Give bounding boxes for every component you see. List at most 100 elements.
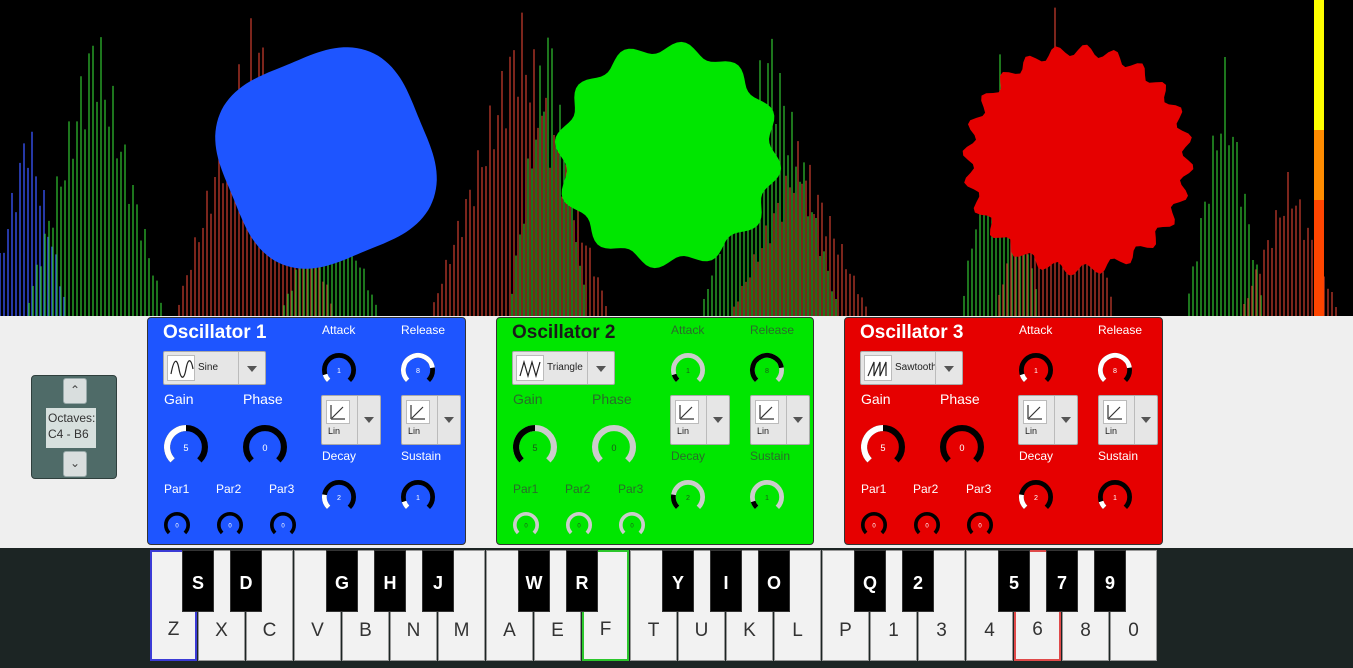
attack-knob-value: 1: [686, 367, 690, 375]
black-key-label: O: [766, 573, 781, 593]
gain-knob-value: 5: [183, 443, 188, 453]
attack-knob[interactable]: 1: [669, 351, 707, 389]
decay-knob-value: 2: [1034, 494, 1038, 502]
piano-black-key[interactable]: W: [518, 550, 550, 612]
waveform-icon: [516, 355, 544, 381]
par2-label: Par2: [913, 482, 939, 496]
decay-knob[interactable]: 2: [320, 478, 358, 516]
white-key-label: B: [359, 620, 372, 641]
white-key-label: Z: [167, 619, 180, 640]
envelope-curve-icon: [675, 400, 699, 424]
black-key-label: I: [723, 573, 729, 593]
triangle-blob: [554, 41, 782, 269]
oscillator-panel-2: Oscillator 2 Triangle Gain Phase Attack Relea…: [496, 317, 814, 545]
oscillator-panel-3: Oscillator 3 Sawtooth Gain Phase Attack Relea…: [844, 317, 1163, 545]
piano-black-key[interactable]: H: [374, 550, 406, 612]
par3-knob[interactable]: 0: [965, 510, 995, 540]
release-knob-value: 8: [765, 367, 769, 375]
par3-label: Par3: [618, 482, 644, 496]
par1-label: Par1: [164, 482, 190, 496]
sustain-knob-value: 1: [416, 494, 420, 502]
release-knob[interactable]: 8: [748, 351, 786, 389]
phase-knob[interactable]: 0: [241, 423, 289, 471]
phase-knob[interactable]: 0: [590, 423, 638, 471]
par2-knob[interactable]: 0: [215, 510, 245, 540]
piano-black-key[interactable]: I: [710, 550, 742, 612]
par1-knob[interactable]: 0: [162, 510, 192, 540]
chevron-down-icon: [437, 396, 460, 444]
attack-curve-select[interactable]: Lin: [670, 395, 730, 445]
piano-black-key[interactable]: J: [422, 550, 454, 612]
par2-label: Par2: [216, 482, 242, 496]
par3-knob[interactable]: 0: [268, 510, 298, 540]
envelope-curve-label: Lin: [1025, 426, 1038, 436]
release-knob[interactable]: 8: [399, 351, 437, 389]
black-key-label: H: [383, 573, 397, 593]
par1-knob[interactable]: 0: [859, 510, 889, 540]
piano-black-key[interactable]: S: [182, 550, 214, 612]
par1-knob[interactable]: 0: [511, 510, 541, 540]
gain-label: Gain: [164, 391, 194, 407]
oscillator-title: Oscillator 2: [512, 322, 616, 343]
gain-knob[interactable]: 5: [511, 423, 559, 471]
waveform-select[interactable]: Triangle: [512, 351, 615, 385]
attack-knob[interactable]: 1: [320, 351, 358, 389]
attack-knob-value: 1: [1034, 367, 1038, 375]
black-key-label: G: [334, 573, 349, 593]
white-key-label: 3: [936, 620, 947, 641]
release-knob[interactable]: 8: [1096, 351, 1134, 389]
decay-label: Decay: [322, 449, 357, 463]
phase-knob[interactable]: 0: [938, 423, 986, 471]
attack-knob-value: 1: [337, 367, 341, 375]
decay-knob[interactable]: 2: [1017, 478, 1055, 516]
gain-knob-value: 5: [532, 443, 537, 453]
sustain-knob[interactable]: 1: [399, 478, 437, 516]
attack-knob[interactable]: 1: [1017, 351, 1055, 389]
gain-label: Gain: [513, 391, 543, 407]
chevron-down-icon: [706, 396, 729, 444]
black-key-label: D: [239, 573, 253, 593]
release-curve-select[interactable]: Lin: [1098, 395, 1158, 445]
piano-black-key[interactable]: 5: [998, 550, 1030, 612]
attack-curve-select[interactable]: Lin: [321, 395, 381, 445]
release-label: Release: [401, 323, 446, 337]
piano-black-key[interactable]: 9: [1094, 550, 1126, 612]
gain-label: Gain: [861, 391, 891, 407]
octave-down-button[interactable]: ⌄: [63, 451, 87, 477]
black-key-label: 5: [1008, 573, 1019, 593]
sustain-knob[interactable]: 1: [1096, 478, 1134, 516]
piano-black-key[interactable]: 7: [1046, 550, 1078, 612]
chevron-down-icon: [238, 352, 265, 384]
release-curve-select[interactable]: Lin: [750, 395, 810, 445]
piano-black-key[interactable]: D: [230, 550, 262, 612]
piano-black-key[interactable]: Y: [662, 550, 694, 612]
gain-knob[interactable]: 5: [162, 423, 210, 471]
decay-knob[interactable]: 2: [669, 478, 707, 516]
waveform-name: Sine: [198, 362, 219, 373]
waveform-select[interactable]: Sine: [163, 351, 266, 385]
black-key-label: W: [525, 573, 543, 593]
par2-knob[interactable]: 0: [564, 510, 594, 540]
white-key-label: C: [262, 620, 277, 641]
par3-knob[interactable]: 0: [617, 510, 647, 540]
piano-black-key[interactable]: 2: [902, 550, 934, 612]
attack-curve-select[interactable]: Lin: [1018, 395, 1078, 445]
phase-knob-value: 0: [959, 443, 964, 453]
par3-label: Par3: [966, 482, 992, 496]
visualizer-canvas: [0, 0, 1353, 316]
decay-label: Decay: [1019, 449, 1054, 463]
octave-up-button[interactable]: ⌃: [63, 378, 87, 404]
piano-black-key[interactable]: G: [326, 550, 358, 612]
release-curve-select[interactable]: Lin: [401, 395, 461, 445]
black-key-label: Y: [671, 573, 684, 593]
par2-knob[interactable]: 0: [912, 510, 942, 540]
waveform-select[interactable]: Sawtooth: [860, 351, 963, 385]
white-key-label: K: [743, 620, 756, 641]
gain-knob[interactable]: 5: [859, 423, 907, 471]
piano-black-key[interactable]: O: [758, 550, 790, 612]
oscillator-title: Oscillator 1: [163, 322, 267, 343]
sustain-knob[interactable]: 1: [748, 478, 786, 516]
piano-black-key[interactable]: Q: [854, 550, 886, 612]
black-key-label: Q: [862, 573, 877, 593]
piano-black-key[interactable]: R: [566, 550, 598, 612]
